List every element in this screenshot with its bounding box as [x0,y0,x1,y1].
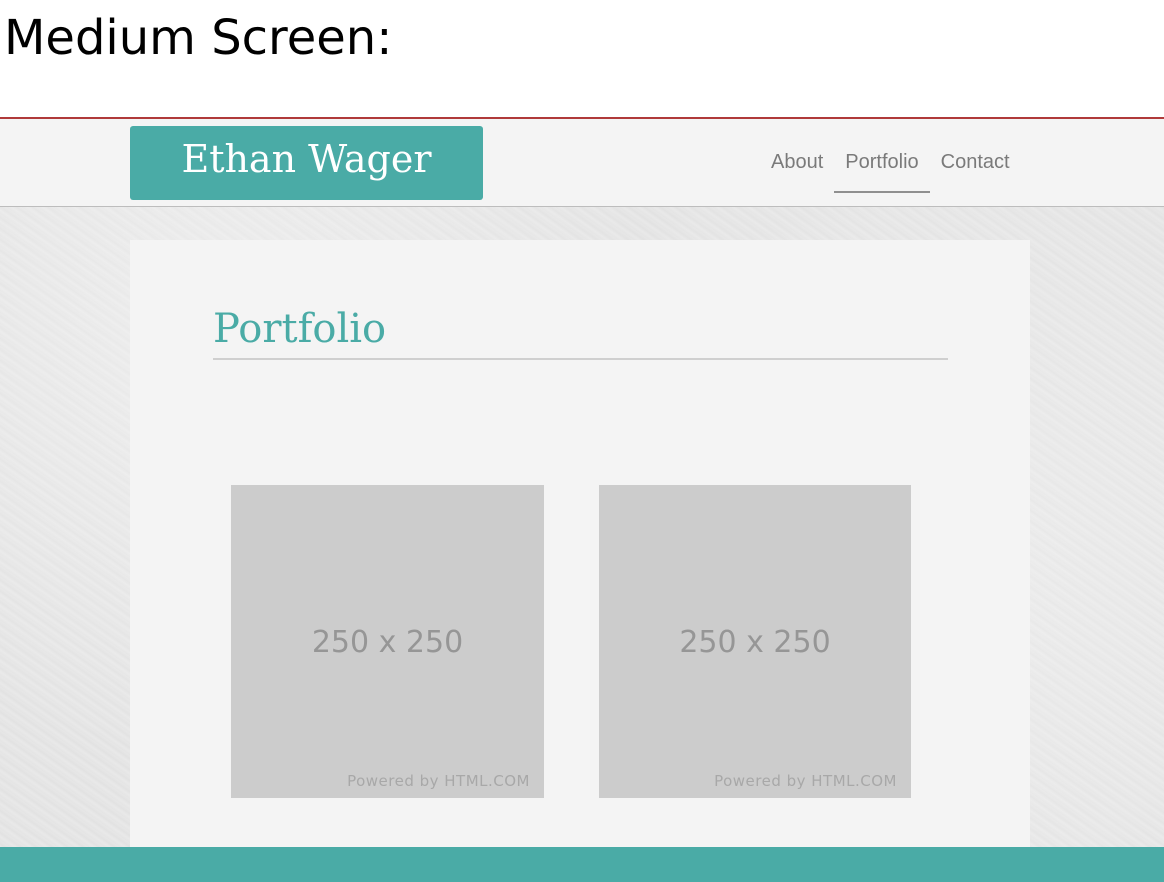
content-card: Portfolio 250 x 250 Powered by HTML.COM … [130,240,1030,850]
thumbnail-size-label: 250 x 250 [311,625,464,660]
section-title: Portfolio [213,304,948,360]
slide-title: Medium Screen: [4,10,393,66]
nav-item-contact[interactable]: Contact [930,143,1021,191]
thumbnail-powered-by: Powered by HTML.COM [347,772,530,790]
nav-item-about[interactable]: About [760,143,834,191]
main-nav: About Portfolio Contact [760,143,1021,193]
website-screenshot: Ethan Wager About Portfolio Contact Port… [0,117,1164,882]
thumbnail-size-label: 250 x 250 [679,625,831,660]
thumbnail-powered-by: Powered by HTML.COM [714,772,897,790]
site-brand-logo[interactable]: Ethan Wager [130,126,483,200]
nav-item-portfolio[interactable]: Portfolio [834,143,930,193]
portfolio-thumbnail[interactable]: 250 x 250 Powered by HTML.COM [599,485,911,798]
site-footer [0,847,1164,882]
site-header: Ethan Wager About Portfolio Contact [0,119,1164,207]
portfolio-thumbnail[interactable]: 250 x 250 Powered by HTML.COM [231,485,544,798]
